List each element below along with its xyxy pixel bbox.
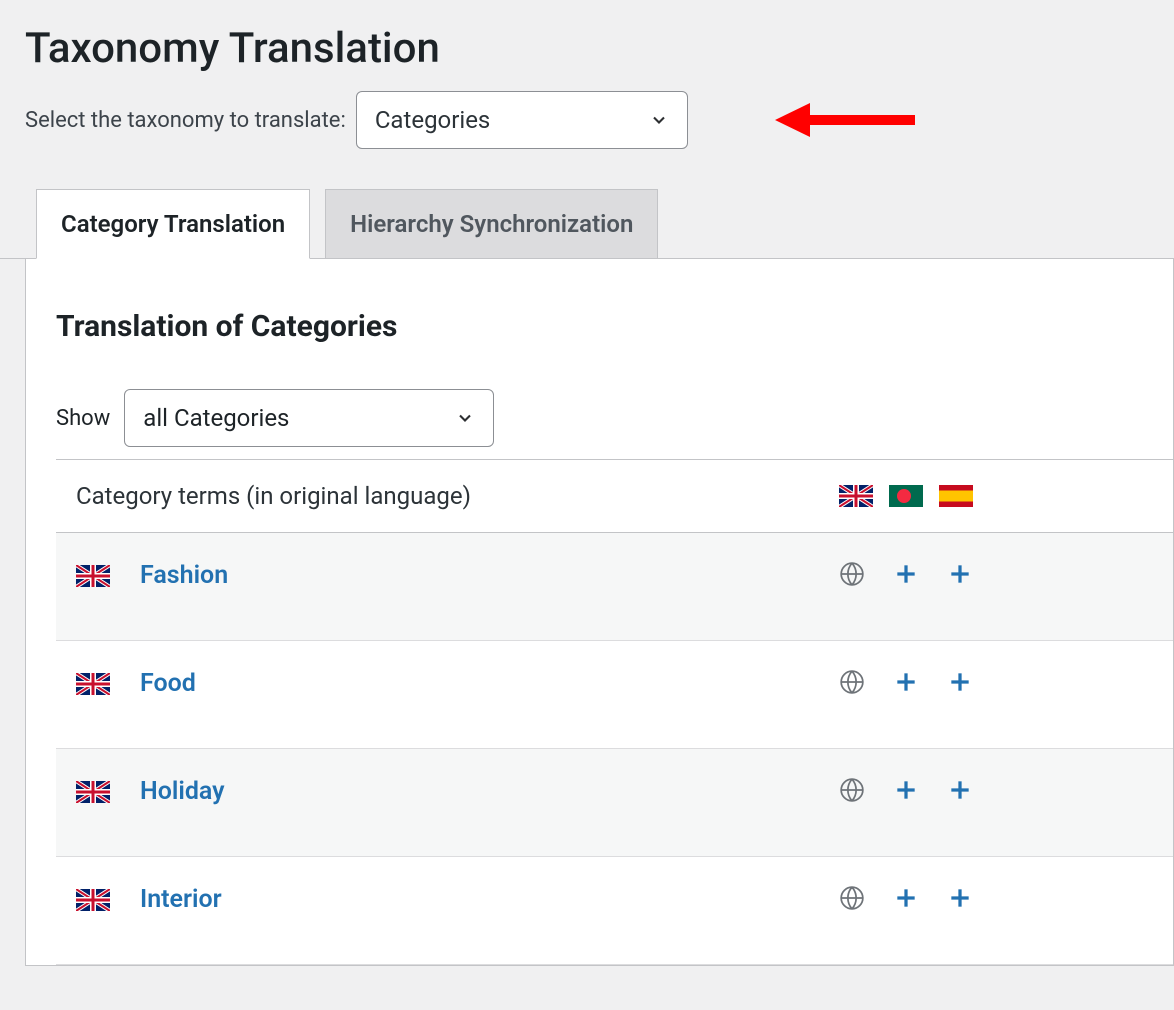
es-flag-icon <box>939 485 973 507</box>
plus-icon[interactable] <box>947 669 973 695</box>
globe-icon[interactable] <box>839 777 865 803</box>
row-left: Holiday <box>76 777 839 806</box>
row-left: Interior <box>76 885 839 914</box>
chevron-down-icon <box>455 408 475 428</box>
taxonomy-select-value: Categories <box>375 106 491 134</box>
table-row: Holiday <box>56 749 1173 857</box>
row-actions <box>839 885 1153 911</box>
row-left: Fashion <box>76 561 839 590</box>
plus-icon[interactable] <box>893 885 919 911</box>
uk-flag-icon <box>76 889 110 911</box>
plus-icon[interactable] <box>947 885 973 911</box>
table-row: Interior <box>56 857 1173 965</box>
panel-subtitle: Translation of Categories <box>56 309 1173 344</box>
term-link[interactable]: Food <box>140 669 196 698</box>
uk-flag-icon <box>76 565 110 587</box>
globe-icon[interactable] <box>839 669 865 695</box>
show-filter-value: all Categories <box>143 404 289 432</box>
show-filter-label: Show <box>56 406 110 431</box>
row-left: Food <box>76 669 839 698</box>
globe-icon[interactable] <box>839 885 865 911</box>
plus-icon[interactable] <box>947 561 973 587</box>
uk-flag-icon <box>76 673 110 695</box>
table-header-flags <box>839 485 1153 507</box>
page-title: Taxonomy Translation <box>0 0 1174 91</box>
show-filter-row: Show all Categories <box>56 389 1173 447</box>
term-link[interactable]: Fashion <box>140 561 228 590</box>
annotation-arrow-icon <box>775 95 915 145</box>
uk-flag-icon <box>839 485 873 507</box>
uk-flag-icon <box>76 781 110 803</box>
tab-category-translation[interactable]: Category Translation <box>36 189 310 259</box>
taxonomy-select[interactable]: Categories <box>356 91 688 149</box>
taxonomy-select-row: Select the taxonomy to translate: Catego… <box>0 91 1174 189</box>
taxonomy-select-label: Select the taxonomy to translate: <box>25 108 346 133</box>
tabs: Category Translation Hierarchy Synchroni… <box>0 189 1174 259</box>
chevron-down-icon <box>649 110 669 130</box>
row-actions <box>839 561 1153 587</box>
row-actions <box>839 777 1153 803</box>
term-link[interactable]: Interior <box>140 885 222 914</box>
category-terms-table: Category terms (in original language) Fa… <box>56 459 1173 965</box>
plus-icon[interactable] <box>893 669 919 695</box>
table-row: Fashion <box>56 533 1173 641</box>
term-link[interactable]: Holiday <box>140 777 225 806</box>
row-actions <box>839 669 1153 695</box>
show-filter-select[interactable]: all Categories <box>124 389 494 447</box>
bd-flag-icon <box>889 485 923 507</box>
panel-category-translation: Translation of Categories Show all Categ… <box>25 259 1174 966</box>
table-header: Category terms (in original language) <box>56 460 1173 533</box>
plus-icon[interactable] <box>947 777 973 803</box>
globe-icon[interactable] <box>839 561 865 587</box>
table-row: Food <box>56 641 1173 749</box>
plus-icon[interactable] <box>893 777 919 803</box>
plus-icon[interactable] <box>893 561 919 587</box>
table-header-left: Category terms (in original language) <box>76 482 839 510</box>
tab-hierarchy-synchronization[interactable]: Hierarchy Synchronization <box>325 189 658 258</box>
